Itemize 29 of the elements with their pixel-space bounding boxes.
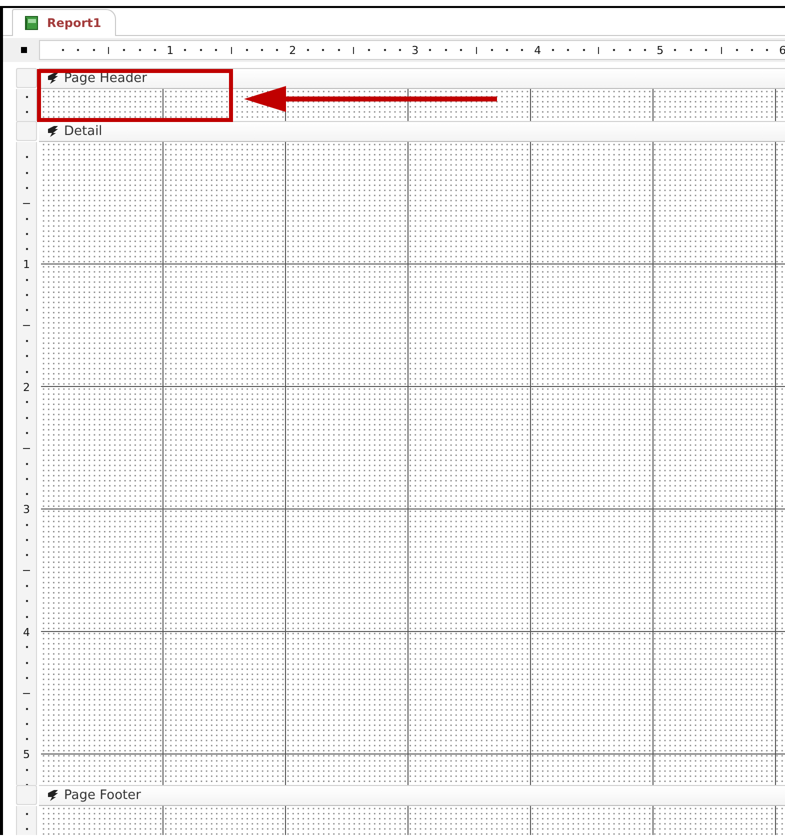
ruler-number: 1 [23, 259, 30, 270]
ruler-number: 4 [23, 626, 30, 638]
ruler-number: 2 [23, 382, 30, 392]
report-tab[interactable]: Report1 [12, 9, 116, 36]
ruler-number: 5 [656, 44, 664, 56]
design-grid[interactable] [41, 89, 785, 121]
section-title: Page Header [64, 71, 147, 86]
section-bar[interactable]: Detail [39, 121, 785, 142]
section-selector[interactable] [16, 68, 37, 88]
section-bar[interactable]: Page Footer [39, 785, 785, 806]
ruler-number: 4 [534, 44, 542, 56]
design-grid[interactable] [41, 142, 785, 785]
ruler-number: 3 [412, 44, 419, 56]
ruler-number: 5 [23, 749, 30, 760]
section-selector[interactable] [16, 121, 37, 141]
section-selector[interactable] [16, 785, 37, 805]
ruler-number: 1 [166, 44, 174, 56]
section-title: Page Footer [64, 788, 141, 803]
section-marker-icon [47, 73, 59, 84]
section-title: Detail [64, 124, 102, 139]
ruler-number: 2 [289, 44, 296, 56]
section-marker-icon [47, 790, 59, 801]
section-marker-icon [47, 126, 59, 137]
ruler-number: 3 [23, 504, 30, 515]
vertical-ruler [16, 806, 37, 835]
section-bar[interactable]: Page Header [39, 68, 785, 89]
report-icon [25, 16, 38, 30]
select-report-icon[interactable] [21, 47, 27, 53]
vertical-ruler [16, 89, 37, 121]
